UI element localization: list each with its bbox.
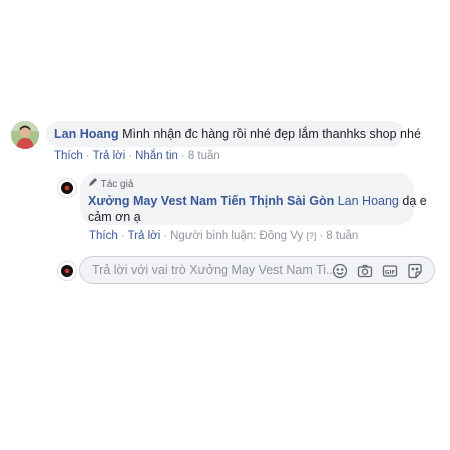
reply-reply-link[interactable]: Trả lời <box>128 230 161 242</box>
page-logo-icon <box>61 265 73 277</box>
reply-input-box[interactable]: Trả lời với vai trò Xưởng May Vest Nam T… <box>79 256 435 284</box>
camera-icon[interactable] <box>357 263 373 279</box>
separator: · <box>128 150 133 162</box>
page-avatar[interactable] <box>57 178 77 198</box>
sticker-icon[interactable] <box>407 263 423 279</box>
reply-text-line2: cảm ơn ạ <box>88 210 141 224</box>
reply-link[interactable]: Trả lời <box>93 150 126 162</box>
separator: · <box>163 230 168 242</box>
page-logo-icon <box>61 182 73 194</box>
author-badge: Tác giả <box>88 177 406 190</box>
composer-avatar <box>57 261 77 281</box>
comment-timestamp[interactable]: 8 tuần <box>188 150 220 162</box>
message-link[interactable]: Nhắn tin <box>135 150 178 162</box>
commenter-avatar[interactable] <box>11 121 39 149</box>
separator: · <box>120 230 125 242</box>
reply-input[interactable]: Trả lời với vai trò Xưởng May Vest Nam T… <box>92 263 336 277</box>
pencil-icon <box>88 177 98 191</box>
comment-text: Mình nhận đc hàng rồi nhé đẹp lắm thanhk… <box>122 127 421 141</box>
reply-like-link[interactable]: Thích <box>89 230 118 242</box>
mention-link[interactable]: Lan Hoang <box>338 194 399 208</box>
reply-bubble: Tác giả Xưởng May Vest Nam Tiến Thịnh Sà… <box>80 173 427 225</box>
svg-text:GIF: GIF <box>385 270 396 276</box>
separator: · <box>180 150 185 162</box>
author-badge-label: Tác giả <box>100 179 134 190</box>
gif-icon[interactable]: GIF <box>382 263 398 279</box>
reply-actions: Thích · Trả lời · Người bình luận: Đông Vy [… <box>89 230 358 242</box>
help-bracket[interactable]: [?] <box>306 231 316 241</box>
comment-actions: Thích · Trả lời · Nhắn tin · 8 tuần <box>54 150 220 162</box>
comment-bubble: Lan Hoang Mình nhận đc hàng rồi nhé đẹp … <box>46 121 421 147</box>
reply-text-line1: dạ e <box>402 194 427 208</box>
emoji-icon[interactable] <box>332 263 348 279</box>
commenter-avatar-image <box>11 121 39 149</box>
separator: · <box>85 150 90 162</box>
like-link[interactable]: Thích <box>54 150 83 162</box>
reply-timestamp[interactable]: 8 tuần <box>326 230 358 242</box>
comment-author-link[interactable]: Lan Hoang <box>54 127 119 141</box>
responder-label[interactable]: Người bình luận: Đông Vy <box>170 230 303 242</box>
reply-author-link[interactable]: Xưởng May Vest Nam Tiến Thịnh Sài Gòn <box>88 194 334 208</box>
separator: · <box>319 230 324 242</box>
